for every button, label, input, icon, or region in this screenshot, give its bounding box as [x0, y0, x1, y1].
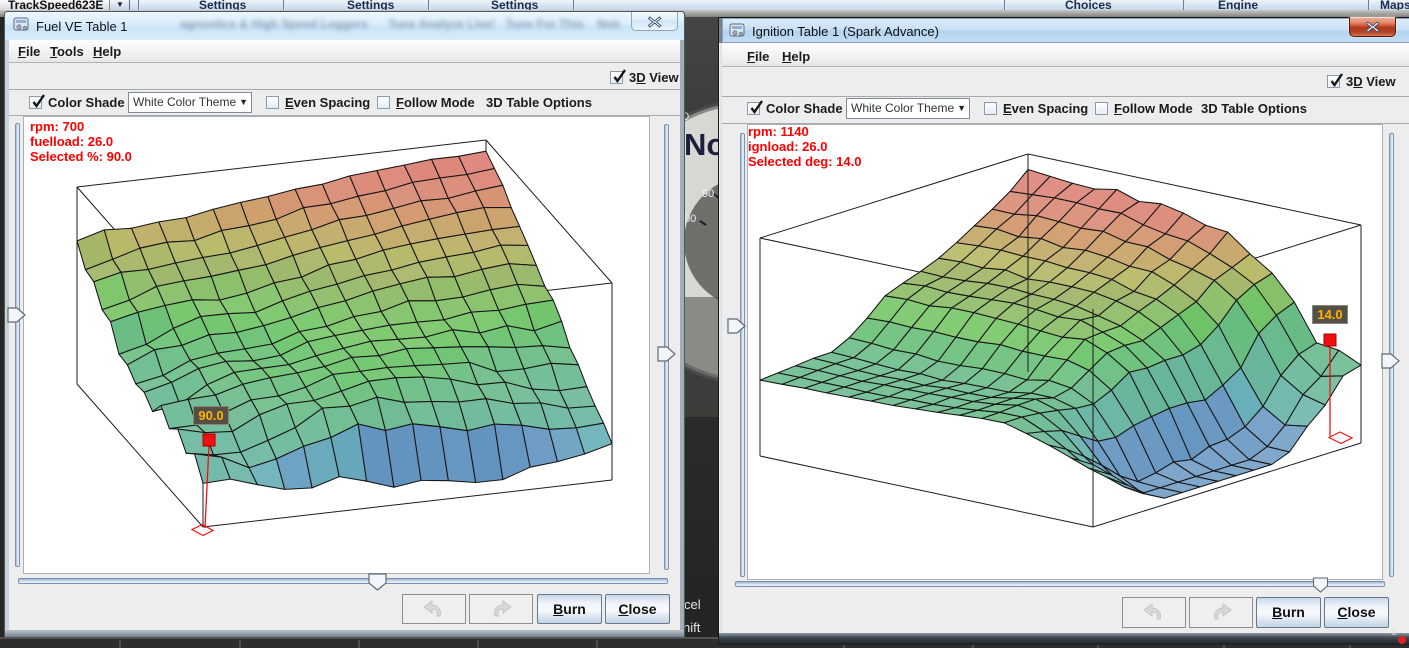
svg-text:00: 00 [684, 213, 696, 225]
